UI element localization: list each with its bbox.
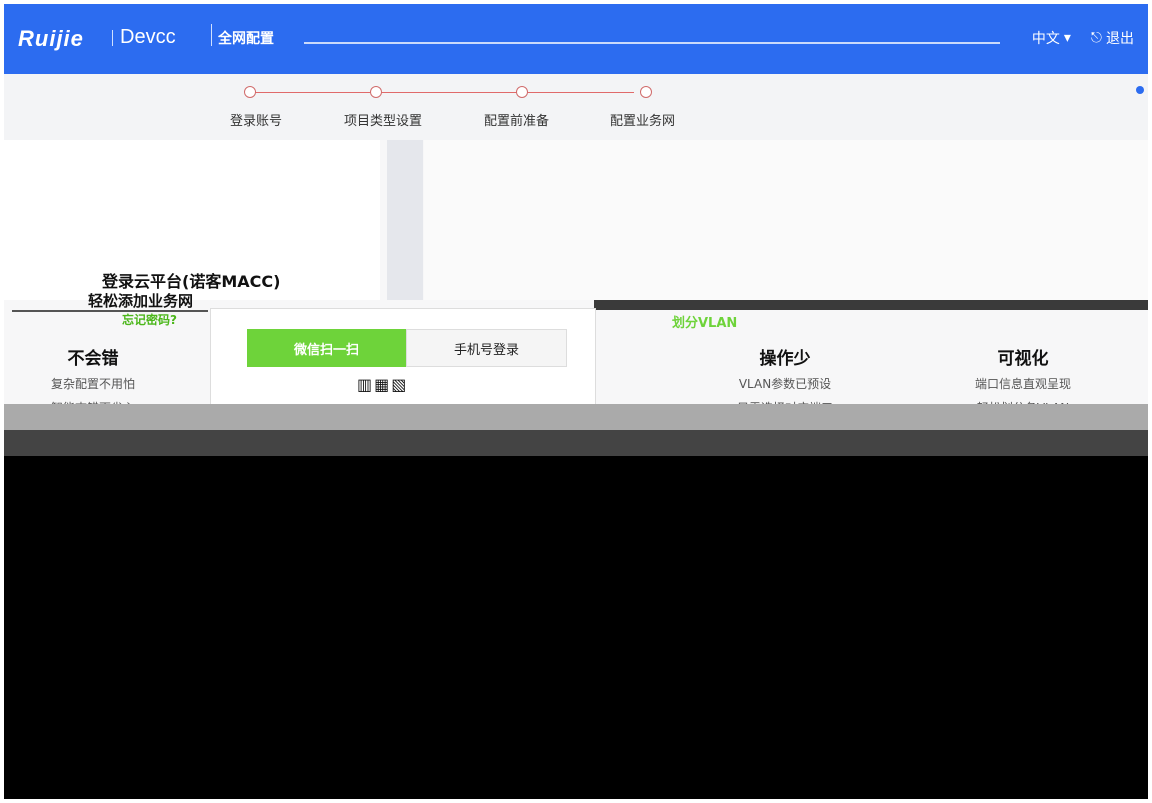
feature-desc: VLAN参数已预设 [738, 377, 832, 391]
step-indicator-3 [516, 86, 528, 98]
step-progress-line [254, 92, 634, 93]
feature-title: 可视化 [997, 349, 1049, 369]
language-switch[interactable]: 中文 ▾ [1032, 28, 1071, 48]
logout-button[interactable]: ⎋ 退出 [1091, 28, 1134, 48]
language-label: 中文 [1031, 31, 1060, 47]
section-divider [12, 310, 208, 312]
feature-desc: 端口信息直观呈现 [974, 377, 1071, 391]
login-card: 微信扫一扫 手机号登录 ▥▦▧ [210, 308, 596, 406]
forgot-password-link[interactable]: 忘记密码? [122, 311, 177, 328]
vlan-banner: 划分VLAN [672, 316, 738, 331]
top-bar: Ruijie Devcc 全网配置 中文 ▾ ⎋ 退出 [4, 4, 1148, 74]
chevron-down-icon: ▾ [1063, 30, 1071, 46]
right-panel [424, 140, 1148, 300]
header-actions: 中文 ▾ ⎋ 退出 [1032, 28, 1134, 48]
step-wizard: 登录账号 项目类型设置 配置前准备 配置业务网 [4, 74, 1148, 140]
step-label-1: 登录账号 [230, 114, 283, 129]
step-indicator-1 [244, 86, 256, 98]
brand-name: Devcc [120, 26, 176, 48]
step-indicator-2 [370, 86, 382, 98]
login-title: 登录云平台(诺客MACC) [102, 272, 281, 291]
login-tabs: 微信扫一扫 手机号登录 [247, 329, 567, 367]
logout-label: 退出 [1106, 31, 1134, 47]
company-logo: Ruijie [18, 26, 84, 51]
rendering-artifact-area [4, 456, 1148, 799]
qr-code-icon: ▥▦▧ [357, 375, 409, 394]
illustration-stripe [4, 430, 1148, 456]
tab-wechat-scan[interactable]: 微信扫一扫 [247, 329, 406, 367]
step-label-2: 项目类型设置 [344, 114, 423, 129]
logout-icon: ⎋ [1090, 30, 1102, 46]
step-label-4: 配置业务网 [610, 114, 676, 129]
panel-gutter [387, 140, 423, 300]
login-subtitle: 轻松添加业务网 [88, 292, 194, 310]
step-label-3: 配置前准备 [484, 114, 550, 129]
feature-desc: 复杂配置不用怕 [50, 377, 135, 391]
brand-divider [211, 24, 212, 46]
step-indicator-4 [640, 86, 652, 98]
status-dot [1136, 86, 1144, 94]
page-title: 全网配置 [218, 31, 274, 47]
feature-title: 不会错 [67, 349, 119, 369]
feature-title: 操作少 [759, 349, 811, 369]
right-header-bar [594, 300, 1148, 310]
header-underline [304, 42, 1000, 44]
tab-phone-login[interactable]: 手机号登录 [406, 329, 567, 367]
logo-divider [112, 30, 113, 46]
